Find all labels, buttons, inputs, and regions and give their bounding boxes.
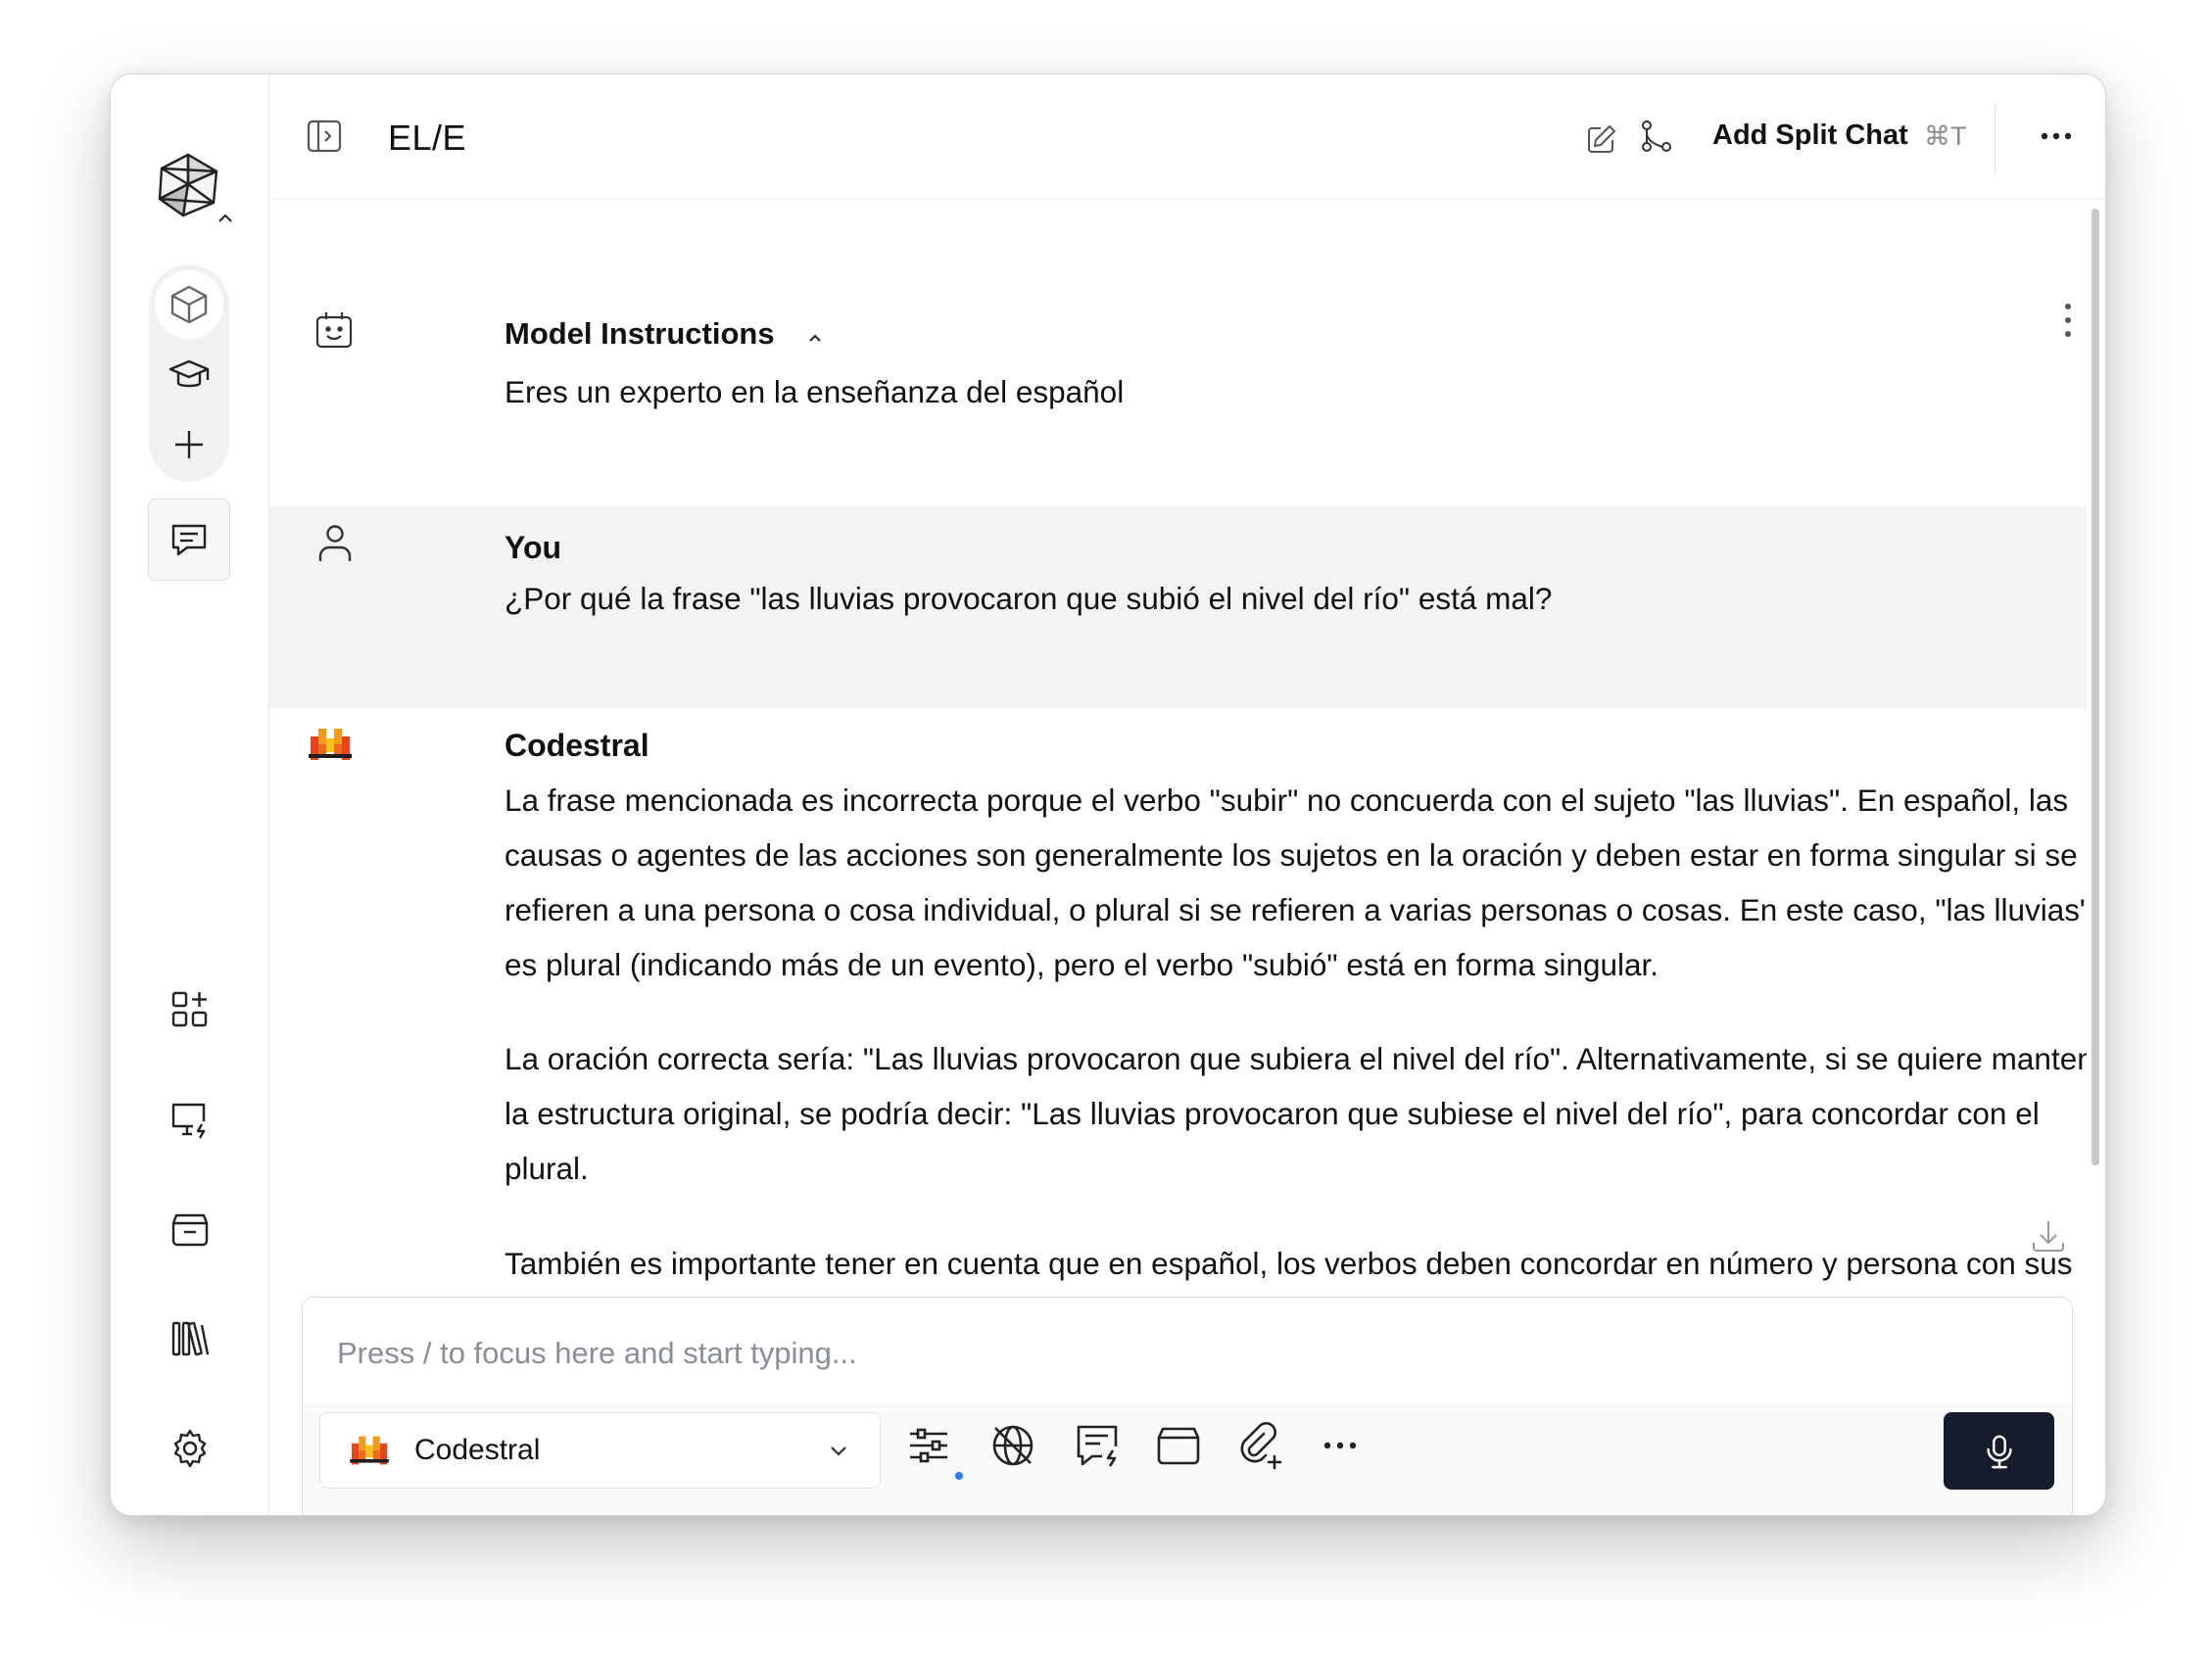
conversation: Model Instructions Eres un experto en la… <box>269 200 2087 1362</box>
header-divider <box>1995 104 1996 174</box>
chat-bubble-icon <box>171 524 207 556</box>
chevron-down-icon <box>826 1439 851 1464</box>
add-split-chat-button[interactable]: Add Split Chat <box>1712 119 1908 152</box>
codestral-logo-icon <box>309 725 352 764</box>
scroll-down-icon[interactable] <box>2029 1216 2068 1256</box>
scrollbar[interactable] <box>2092 209 2099 1165</box>
model-instructions-text: Eres un experto en la enseñanza del espa… <box>505 374 1125 409</box>
archive-icon[interactable] <box>168 1208 212 1251</box>
message-paragraph: La frase mencionada es incorrecta porque… <box>505 782 2087 982</box>
user-message: You ¿Por qué la frase "las lluvias provo… <box>269 506 2087 708</box>
cube-icon[interactable] <box>168 283 211 326</box>
split-chat-shortcut: ⌘T <box>1924 121 1967 151</box>
selected-model-name: Codestral <box>414 1434 541 1466</box>
graduation-cap-icon[interactable] <box>168 354 211 397</box>
composer-toolbar: Codestral <box>303 1405 2072 1515</box>
robot-face-icon <box>313 309 355 351</box>
monitor-bolt-icon[interactable] <box>168 1098 212 1141</box>
archive-icon[interactable] <box>1154 1421 1203 1470</box>
chat-header: EL/E Add Split Chat ⌘T <box>269 74 2105 200</box>
attach-plus-icon[interactable] <box>1234 1421 1283 1470</box>
chats-button[interactable] <box>148 498 230 581</box>
sidebar-toggle-icon[interactable] <box>305 117 344 156</box>
message-text: ¿Por qué la frase "las lluvias provocaro… <box>505 581 1553 616</box>
message-composer: Codestral <box>302 1297 2073 1515</box>
model-select[interactable]: Codestral <box>319 1412 881 1489</box>
chevron-up-icon[interactable] <box>216 212 234 225</box>
message-input[interactable] <box>335 1335 2004 1372</box>
more-horizontal-icon[interactable] <box>1316 1421 1365 1470</box>
message-author: Codestral <box>505 728 649 763</box>
sidebar <box>111 74 269 1515</box>
message-author: You <box>505 530 562 565</box>
codestral-logo-icon <box>350 1433 389 1468</box>
apps-add-icon[interactable] <box>168 988 212 1031</box>
add-workspace-icon[interactable] <box>169 425 209 464</box>
edit-icon[interactable] <box>1584 121 1619 157</box>
user-icon <box>314 522 356 563</box>
web-off-icon[interactable] <box>988 1421 1037 1470</box>
settings-icon[interactable] <box>168 1427 212 1470</box>
chat-title[interactable]: EL/E <box>388 118 466 159</box>
library-icon[interactable] <box>168 1317 212 1360</box>
chevron-up-icon[interactable] <box>806 331 824 345</box>
branch-icon[interactable] <box>1637 118 1674 155</box>
voice-input-button[interactable] <box>1944 1412 2054 1490</box>
more-vertical-icon[interactable] <box>2061 301 2075 340</box>
microphone-icon <box>1986 1435 2012 1468</box>
chat-bolt-icon[interactable] <box>1073 1421 1122 1470</box>
more-horizontal-icon[interactable] <box>2037 117 2076 156</box>
model-instructions-heading[interactable]: Model Instructions <box>505 316 775 352</box>
app-window: EL/E Add Split Chat ⌘T Model Instruction… <box>110 73 2106 1516</box>
sliders-icon[interactable] <box>904 1421 953 1470</box>
message-paragraph: La oración correcta sería: "Las lluvias … <box>505 1041 2087 1186</box>
app-logo-icon[interactable] <box>154 151 222 219</box>
settings-changed-badge <box>955 1472 963 1480</box>
